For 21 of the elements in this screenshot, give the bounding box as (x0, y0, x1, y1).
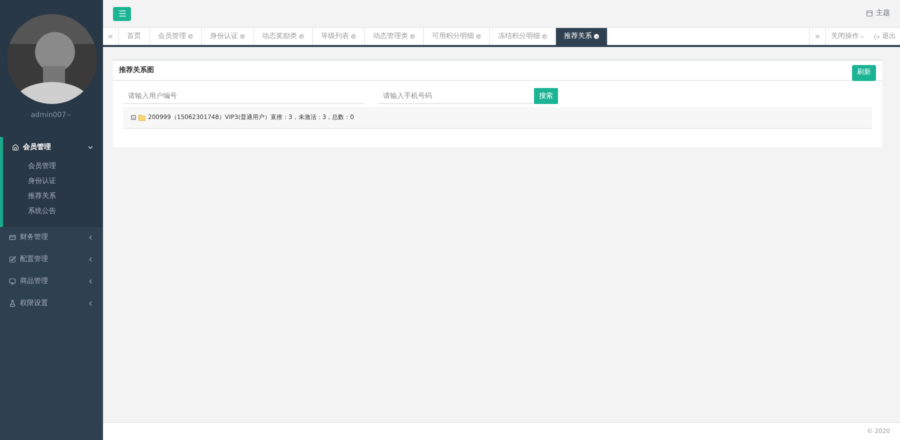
flask-icon (9, 300, 16, 307)
chevron-left-icon (87, 234, 94, 241)
monitor-icon (9, 278, 16, 285)
close-icon[interactable] (594, 34, 599, 39)
folder-icon (138, 114, 146, 122)
card-icon (9, 234, 16, 241)
chevron-left-icon (87, 300, 94, 307)
chevron-left-icon (87, 278, 94, 285)
home-icon (12, 144, 19, 151)
chevron-left-icon (87, 256, 94, 263)
caret-icon (66, 112, 72, 118)
pencil-icon (9, 256, 16, 263)
menu-icon (118, 9, 126, 18)
expand-toggle-icon[interactable] (131, 115, 136, 120)
menu-toggle-button[interactable] (113, 6, 131, 20)
double-chevron-right-icon (814, 33, 821, 40)
double-chevron-left-icon (107, 33, 114, 40)
theme-icon (866, 10, 873, 17)
caret-icon (859, 34, 865, 40)
chevron-down-icon (87, 144, 94, 151)
logout-icon (874, 34, 880, 40)
